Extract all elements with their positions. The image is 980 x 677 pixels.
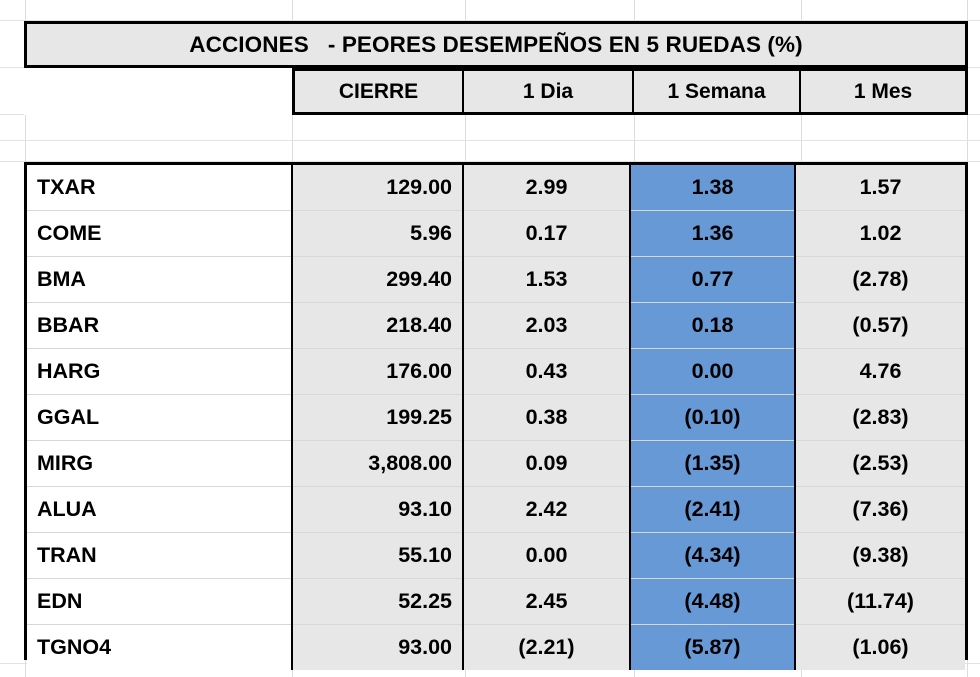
cell-1-semana[interactable]: (5.87) [630, 624, 796, 670]
cell-1-mes[interactable]: 1.57 [795, 165, 965, 211]
cell-1-mes[interactable]: (9.38) [795, 532, 965, 579]
cell-1-dia[interactable]: 1.53 [463, 256, 631, 303]
cell-1-semana[interactable]: 0.00 [630, 348, 796, 395]
table-row[interactable]: GGAL 199.25 0.38 (0.10) (2.83) [27, 394, 965, 441]
cell-1-mes[interactable]: (2.78) [795, 256, 965, 303]
cell-cierre[interactable]: 129.00 [292, 165, 464, 211]
table-row[interactable]: COME 5.96 0.17 1.36 1.02 [27, 210, 965, 257]
column-header-1-mes[interactable]: 1 Mes [801, 68, 968, 115]
cell-ticker[interactable]: MIRG [27, 440, 293, 487]
cell-cierre[interactable]: 52.25 [292, 578, 464, 625]
cell-1-semana[interactable]: (0.10) [630, 394, 796, 441]
cell-1-dia[interactable]: 0.09 [463, 440, 631, 487]
cell-1-dia[interactable]: 0.38 [463, 394, 631, 441]
cell-cierre[interactable]: 299.40 [292, 256, 464, 303]
cell-1-mes[interactable]: (7.36) [795, 486, 965, 533]
cell-1-mes[interactable]: 4.76 [795, 348, 965, 395]
cell-1-mes[interactable]: (2.53) [795, 440, 965, 487]
cell-ticker[interactable]: GGAL [27, 394, 293, 441]
cell-ticker[interactable]: TRAN [27, 532, 293, 579]
table-row[interactable]: HARG 176.00 0.43 0.00 4.76 [27, 348, 965, 395]
cell-1-dia[interactable]: 0.43 [463, 348, 631, 395]
table-row[interactable]: MIRG 3,808.00 0.09 (1.35) (2.53) [27, 440, 965, 487]
table-title-band: ACCIONES - PEORES DESEMPEÑOS EN 5 RUEDAS… [24, 21, 968, 68]
cell-cierre[interactable]: 93.00 [292, 624, 464, 670]
column-header-1-dia[interactable]: 1 Dia [464, 68, 634, 115]
cell-ticker[interactable]: HARG [27, 348, 293, 395]
cell-1-dia[interactable]: 2.45 [463, 578, 631, 625]
cell-cierre[interactable]: 5.96 [292, 210, 464, 257]
cell-1-dia[interactable]: (2.21) [463, 624, 631, 670]
column-header-1-semana[interactable]: 1 Semana [634, 68, 801, 115]
table-row[interactable]: TRAN 55.10 0.00 (4.34) (9.38) [27, 532, 965, 579]
cell-1-mes[interactable]: (11.74) [795, 578, 965, 625]
page-title: ACCIONES - PEORES DESEMPEÑOS EN 5 RUEDAS… [189, 31, 803, 57]
cell-1-semana[interactable]: 1.36 [630, 210, 796, 257]
cell-1-semana[interactable]: 0.77 [630, 256, 796, 303]
performance-table: TXAR 129.00 2.99 1.38 1.57 COME 5.96 0.17 1.36 1.… [27, 165, 965, 670]
cell-1-semana[interactable]: 0.18 [630, 302, 796, 349]
cell-1-semana[interactable]: (2.41) [630, 486, 796, 533]
table-header-row: CIERRE 1 Dia 1 Semana 1 Mes [24, 68, 968, 115]
cell-1-mes[interactable]: (1.06) [795, 624, 965, 670]
cell-1-semana[interactable]: (4.48) [630, 578, 796, 625]
gridline-horizontal [0, 140, 980, 141]
cell-1-dia[interactable]: 0.00 [463, 532, 631, 579]
table-row[interactable]: TGNO4 93.00 (2.21) (5.87) (1.06) [27, 624, 965, 670]
cell-ticker[interactable]: BBAR [27, 302, 293, 349]
cell-ticker[interactable]: BMA [27, 256, 293, 303]
cell-cierre[interactable]: 55.10 [292, 532, 464, 579]
cell-cierre[interactable]: 199.25 [292, 394, 464, 441]
cell-1-mes[interactable]: (0.57) [795, 302, 965, 349]
cell-1-dia[interactable]: 2.42 [463, 486, 631, 533]
table-row[interactable]: BBAR 218.40 2.03 0.18 (0.57) [27, 302, 965, 349]
column-header-cierre[interactable]: CIERRE [292, 68, 464, 115]
cell-1-dia[interactable]: 0.17 [463, 210, 631, 257]
table-body-block: TXAR 129.00 2.99 1.38 1.57 COME 5.96 0.17 1.36 1.… [24, 162, 968, 670]
cell-cierre[interactable]: 93.10 [292, 486, 464, 533]
cell-1-semana[interactable]: 1.38 [630, 165, 796, 211]
cell-ticker[interactable]: COME [27, 210, 293, 257]
cell-cierre[interactable]: 218.40 [292, 302, 464, 349]
cell-cierre[interactable]: 176.00 [292, 348, 464, 395]
cell-1-dia[interactable]: 2.03 [463, 302, 631, 349]
cell-1-semana[interactable]: (4.34) [630, 532, 796, 579]
table-row[interactable]: ALUA 93.10 2.42 (2.41) (7.36) [27, 486, 965, 533]
table-row[interactable]: TXAR 129.00 2.99 1.38 1.57 [27, 165, 965, 211]
table-row[interactable]: EDN 52.25 2.45 (4.48) (11.74) [27, 578, 965, 625]
table-body: TXAR 129.00 2.99 1.38 1.57 COME 5.96 0.17 1.36 1.… [27, 165, 965, 670]
cell-1-mes[interactable]: 1.02 [795, 210, 965, 257]
cell-1-dia[interactable]: 2.99 [463, 165, 631, 211]
cell-ticker[interactable]: EDN [27, 578, 293, 625]
cell-cierre[interactable]: 3,808.00 [292, 440, 464, 487]
cell-1-semana[interactable]: (1.35) [630, 440, 796, 487]
cell-ticker[interactable]: TGNO4 [27, 624, 293, 670]
column-header-blank [24, 68, 292, 115]
cell-1-mes[interactable]: (2.83) [795, 394, 965, 441]
table-row[interactable]: BMA 299.40 1.53 0.77 (2.78) [27, 256, 965, 303]
cell-ticker[interactable]: TXAR [27, 165, 293, 211]
cell-ticker[interactable]: ALUA [27, 486, 293, 533]
